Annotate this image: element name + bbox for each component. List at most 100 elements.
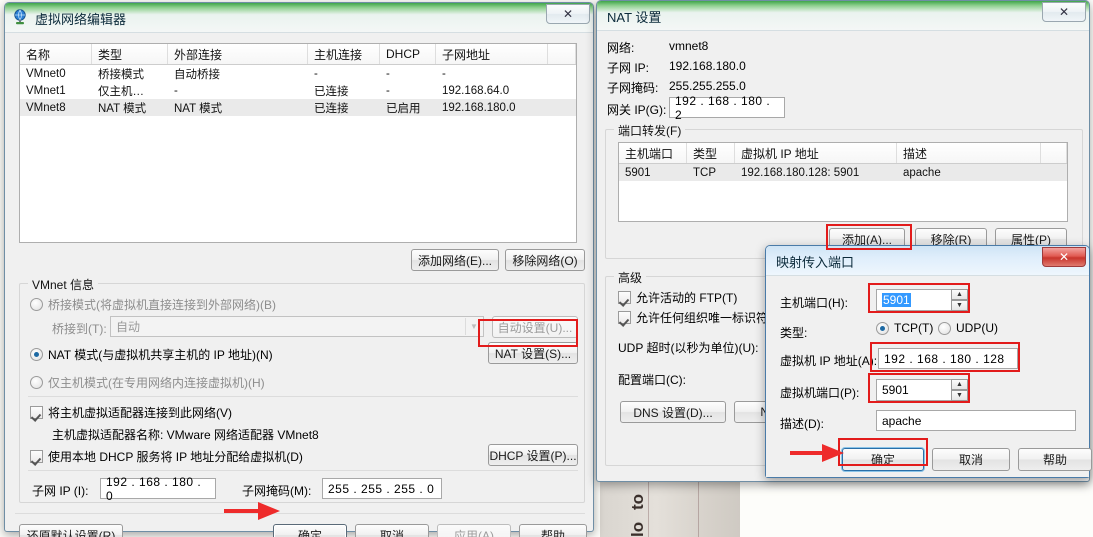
- map-ok-button[interactable]: 确定: [842, 448, 924, 471]
- check-active-ftp[interactable]: 允许活动的 FTP(T): [618, 289, 737, 306]
- nat-subnet-ip-value: 192.168.180.0: [669, 59, 746, 73]
- cell-host-port: 5901: [625, 166, 651, 179]
- cell-external: NAT 模式: [174, 102, 223, 115]
- table-row[interactable]: 5901 TCP 192.168.180.128: 5901 apache: [619, 164, 1067, 181]
- col-subnet[interactable]: 子网地址: [436, 44, 548, 64]
- map-cancel-button[interactable]: 取消: [932, 448, 1010, 471]
- cell-external: -: [174, 84, 178, 97]
- col-host-port[interactable]: 主机端口: [619, 143, 687, 163]
- radio-bridged-label: 桥接模式(将虚拟机直接连接到外部网络)(B): [48, 298, 276, 312]
- subnet-mask-label: 子网掩码(M):: [242, 484, 312, 498]
- checkbox-icon: [618, 291, 631, 304]
- radio-type-udp[interactable]: UDP(U): [938, 321, 998, 335]
- vm-port-stepper[interactable]: ▲ ▼: [951, 379, 968, 401]
- radio-type-tcp[interactable]: TCP(T): [876, 321, 933, 335]
- nat-gateway-field[interactable]: 192 . 168 . 180 . 2: [669, 94, 785, 122]
- vne-help-button[interactable]: 帮助: [519, 524, 587, 537]
- map-incoming-port-dialog: 映射传入端口 ✕ 主机端口(H): 5901 ▲ ▼ 类型: TCP(T) UDP…: [765, 245, 1092, 478]
- table-row[interactable]: VMnet0 桥接模式 自动桥接 - - -: [20, 65, 576, 82]
- bridge-to-label: 桥接到(T):: [52, 322, 107, 336]
- nat-subnet-mask-label: 子网掩码:: [607, 81, 659, 95]
- nat-network-label: 网络:: [607, 41, 635, 55]
- vne-close-button[interactable]: ✕: [546, 4, 590, 24]
- host-adapter-name: 主机虚拟适配器名称: VMware 网络适配器 VMnet8: [52, 428, 319, 442]
- vmnet-list-grid[interactable]: 名称 类型 外部连接 主机连接 DHCP 子网地址 VMnet0 桥接模式 自动…: [19, 43, 577, 243]
- vne-apply-button[interactable]: 应用(A): [437, 524, 511, 537]
- cell-dhcp: -: [386, 67, 390, 80]
- remove-network-button[interactable]: 移除网络(O): [505, 249, 585, 271]
- map-port-body: 主机端口(H): 5901 ▲ ▼ 类型: TCP(T) UDP(U) 虚拟机 I…: [766, 276, 1092, 477]
- cell-dhcp: -: [386, 84, 390, 97]
- host-port-field[interactable]: 5901 ▲ ▼: [876, 289, 968, 311]
- cell-dhcp: 已启用: [386, 102, 421, 115]
- cell-host: -: [314, 67, 318, 80]
- nat-settings-button[interactable]: NAT 设置(S)...: [488, 342, 578, 364]
- advanced-group-label: 高级: [614, 269, 647, 286]
- port-forward-grid[interactable]: 主机端口 类型 虚拟机 IP 地址 描述 5901 TCP 192.168.18…: [618, 142, 1068, 222]
- col-name[interactable]: 名称: [20, 44, 92, 64]
- map-port-title: 映射传入端口: [776, 255, 855, 270]
- cell-desc: apache: [903, 166, 941, 179]
- cell-subnet: -: [442, 67, 446, 80]
- nat-close-button[interactable]: ✕: [1042, 2, 1086, 22]
- col-spacer: [1041, 143, 1067, 163]
- network-globe-icon: [12, 9, 28, 25]
- nat-titlebar: NAT 设置 ✕: [597, 1, 1089, 31]
- cell-type: TCP: [693, 166, 716, 179]
- check-any-org-uid-label: 允许任何组织唯一标识符: [636, 311, 769, 325]
- dhcp-settings-button[interactable]: DHCP 设置(P)...: [488, 444, 578, 466]
- radio-dot-icon: [30, 298, 43, 311]
- cell-name: VMnet1: [26, 84, 66, 97]
- divider: [28, 470, 578, 471]
- nat-network-value: vmnet8: [669, 39, 709, 53]
- col-host[interactable]: 主机连接: [308, 44, 380, 64]
- divider: [28, 396, 578, 397]
- check-active-ftp-label: 允许活动的 FTP(T): [636, 291, 738, 305]
- subnet-ip-field[interactable]: 192 . 168 . 180 . 0: [100, 475, 216, 503]
- col-vm-ip[interactable]: 虚拟机 IP 地址: [735, 143, 897, 163]
- auto-settings-button[interactable]: 自动设置(U)...: [492, 316, 578, 338]
- bridge-to-value: 自动: [116, 320, 141, 334]
- vm-port-field[interactable]: 5901 ▲ ▼: [876, 379, 968, 401]
- cell-host: 已连接: [314, 85, 349, 98]
- type-label: 类型:: [780, 326, 808, 340]
- vne-ok-button[interactable]: 确定: [273, 524, 347, 537]
- col-desc[interactable]: 描述: [897, 143, 1041, 163]
- cell-type: NAT 模式: [98, 102, 147, 115]
- col-external[interactable]: 外部连接: [168, 44, 308, 64]
- map-port-close-button[interactable]: ✕: [1042, 247, 1086, 267]
- nat-subnet-mask-value: 255.255.255.0: [669, 79, 746, 93]
- desc-field[interactable]: apache: [876, 410, 1076, 431]
- host-port-label: 主机端口(H):: [780, 296, 848, 310]
- bridge-to-combo[interactable]: 自动 ▼: [110, 316, 484, 337]
- vne-cancel-button[interactable]: 取消: [355, 524, 429, 537]
- nat-gateway-label: 网关 IP(G):: [607, 103, 667, 117]
- checkbox-icon: [30, 450, 43, 463]
- add-network-button[interactable]: 添加网络(E)...: [411, 249, 499, 271]
- port-forward-group-label: 端口转发(F): [614, 122, 686, 139]
- check-connect-host-adapter[interactable]: 将主机虚拟适配器连接到此网络(V): [30, 404, 232, 421]
- cell-external: 自动桥接: [174, 68, 220, 81]
- radio-bridged-mode[interactable]: 桥接模式(将虚拟机直接连接到外部网络)(B): [30, 296, 276, 313]
- vm-ip-field[interactable]: 192 . 168 . 180 . 128: [878, 348, 1018, 369]
- dns-settings-button[interactable]: DNS 设置(D)...: [620, 401, 726, 423]
- host-port-stepper[interactable]: ▲ ▼: [951, 289, 968, 311]
- table-row[interactable]: VMnet1 仅主机… - 已连接 - 192.168.64.0: [20, 82, 576, 99]
- restore-defaults-button[interactable]: 还原默认设置(R): [19, 524, 123, 537]
- radio-host-only-mode[interactable]: 仅主机模式(在专用网络内连接虚拟机)(H): [30, 374, 265, 391]
- radio-dot-icon: [30, 376, 43, 389]
- col-type[interactable]: 类型: [687, 143, 735, 163]
- table-row[interactable]: VMnet8 NAT 模式 NAT 模式 已连接 已启用 192.168.180…: [20, 99, 576, 116]
- map-help-button[interactable]: 帮助: [1018, 448, 1092, 471]
- col-type[interactable]: 类型: [92, 44, 168, 64]
- check-local-dhcp[interactable]: 使用本地 DHCP 服务将 IP 地址分配给虚拟机(D): [30, 448, 303, 465]
- radio-tcp-label: TCP(T): [894, 321, 934, 335]
- background-photo-text-1: to: [628, 493, 647, 510]
- col-dhcp[interactable]: DHCP: [380, 44, 436, 64]
- check-any-org-uid[interactable]: 允许任何组织唯一标识符: [618, 309, 768, 326]
- subnet-mask-field[interactable]: 255 . 255 . 255 . 0: [322, 478, 442, 499]
- background-photo-text-2: lo: [628, 521, 647, 537]
- chevron-down-icon[interactable]: ▼: [465, 318, 482, 335]
- subnet-ip-label: 子网 IP (I):: [32, 484, 89, 498]
- radio-nat-mode[interactable]: NAT 模式(与虚拟机共享主机的 IP 地址)(N): [30, 346, 273, 363]
